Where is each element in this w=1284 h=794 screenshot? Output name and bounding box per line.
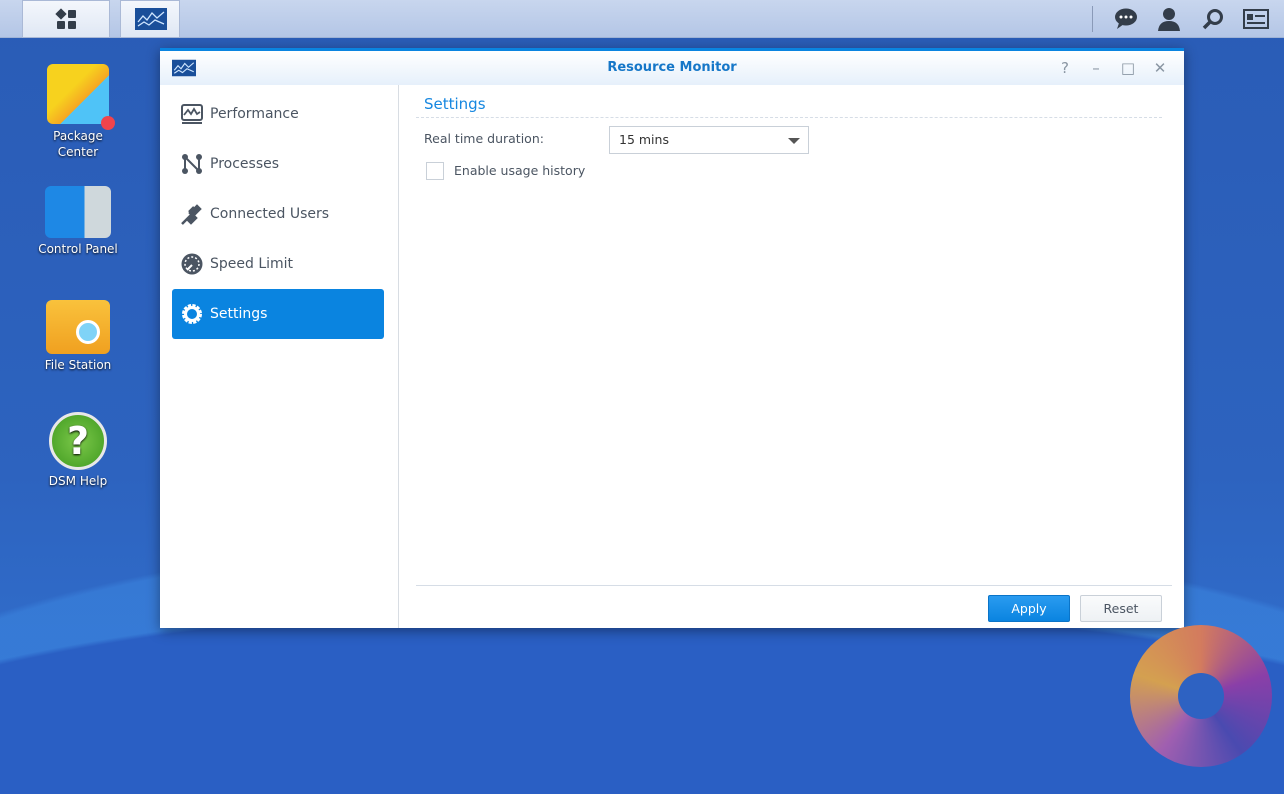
performance-icon — [181, 104, 203, 124]
resource-monitor-window: Resource Monitor ? – □ ✕ Performance Pro… — [160, 48, 1184, 628]
sidebar-item-settings[interactable]: Settings — [172, 289, 384, 339]
sidebar-item-label: Performance — [210, 106, 299, 122]
speedometer-icon — [181, 253, 203, 275]
maximize-button[interactable]: □ — [1117, 57, 1139, 79]
sidebar-item-label: Connected Users — [210, 206, 330, 222]
resource-monitor-icon — [135, 8, 167, 30]
gear-icon — [182, 304, 202, 324]
sidebar-item-processes[interactable]: Processes — [172, 139, 384, 189]
sidebar-item-speed-limit[interactable]: Speed Limit — [172, 239, 384, 289]
desktop-icon-label: Package Center — [53, 129, 103, 159]
taskbar-divider — [1092, 6, 1093, 32]
close-button[interactable]: ✕ — [1149, 57, 1171, 79]
taskbar-resource-monitor[interactable] — [120, 0, 180, 38]
duration-value: 15 mins — [619, 132, 669, 147]
settings-panel: Settings Real time duration: 15 mins Ena… — [400, 85, 1184, 628]
help-icon: ? — [49, 412, 107, 470]
desktop-icon-file-station[interactable]: File Station — [28, 300, 128, 372]
desktop-icon-package-center[interactable]: Package Center — [28, 64, 128, 160]
usage-history-checkbox[interactable] — [426, 162, 444, 180]
sidebar-item-connected-users[interactable]: Connected Users — [172, 189, 384, 239]
plug-icon — [181, 204, 202, 225]
main-menu-button[interactable] — [22, 0, 110, 38]
processes-icon — [182, 154, 202, 174]
brand-logo — [1130, 625, 1272, 767]
sidebar: Performance Processes Connected Users Sp… — [160, 85, 399, 628]
footer-divider — [416, 585, 1172, 586]
desktop-icon-dsm-help[interactable]: ? DSM Help — [28, 412, 128, 488]
help-button[interactable]: ? — [1054, 57, 1076, 79]
package-center-icon — [47, 64, 115, 130]
apply-button[interactable]: Apply — [988, 595, 1070, 622]
desktop-icon-control-panel[interactable]: Control Panel — [28, 186, 128, 256]
user-icon[interactable] — [1156, 6, 1182, 32]
section-divider — [416, 117, 1162, 118]
desktop-icon-label: Control Panel — [38, 242, 118, 256]
duration-label: Real time duration: — [424, 131, 544, 146]
minimize-button[interactable]: – — [1085, 57, 1107, 79]
search-icon[interactable] — [1200, 6, 1226, 32]
file-station-icon — [46, 300, 110, 354]
sidebar-item-label: Settings — [210, 306, 268, 322]
duration-dropdown[interactable]: 15 mins — [609, 126, 809, 154]
sidebar-item-label: Processes — [210, 156, 280, 172]
main-menu-icon — [55, 8, 76, 29]
window-titlebar[interactable]: Resource Monitor ? – □ ✕ — [160, 51, 1184, 85]
chevron-down-icon — [788, 138, 800, 144]
control-panel-icon — [45, 186, 111, 238]
sidebar-item-label: Speed Limit — [210, 256, 294, 272]
widgets-icon[interactable] — [1243, 6, 1269, 32]
window-title: Resource Monitor — [607, 60, 737, 75]
taskbar — [0, 0, 1284, 38]
desktop-icon-label: DSM Help — [48, 474, 108, 488]
usage-history-label[interactable]: Enable usage history — [454, 163, 585, 178]
notifications-icon[interactable] — [1113, 6, 1139, 32]
reset-button[interactable]: Reset — [1080, 595, 1162, 622]
desktop-icon-label: File Station — [44, 358, 112, 372]
sidebar-item-performance[interactable]: Performance — [172, 89, 384, 139]
section-heading: Settings — [424, 95, 486, 113]
